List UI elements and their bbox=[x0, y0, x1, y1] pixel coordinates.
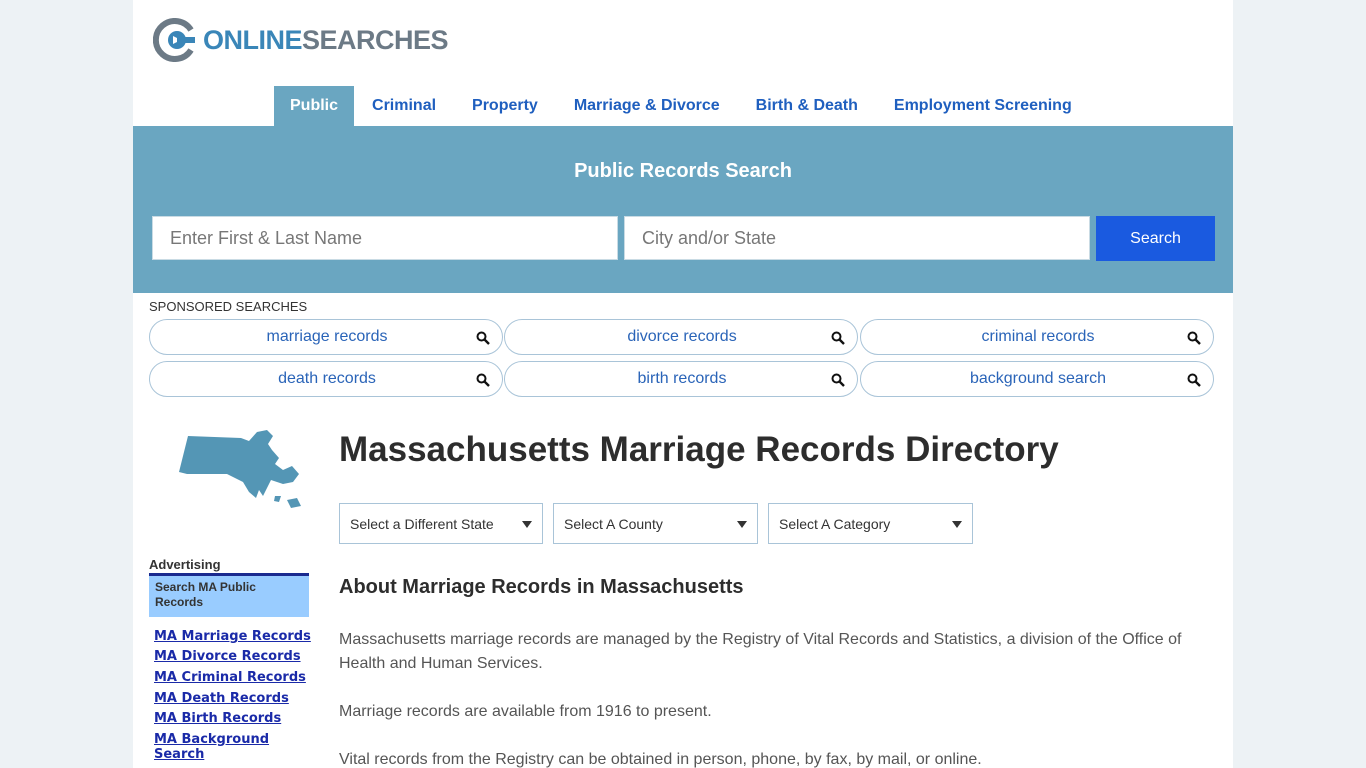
state-select-value: Select a Different State bbox=[350, 515, 494, 532]
chevron-down-icon bbox=[522, 521, 532, 528]
paragraph-availability: Marriage records are available from 1916… bbox=[339, 703, 712, 720]
search-icon bbox=[476, 331, 490, 345]
search-hero: Public Records Search Search bbox=[133, 126, 1233, 293]
nav-marriage-divorce[interactable]: Marriage & Divorce bbox=[556, 86, 738, 126]
search-icon bbox=[1187, 331, 1201, 345]
name-input[interactable] bbox=[152, 216, 618, 260]
search-icon bbox=[831, 373, 845, 387]
chevron-down-icon bbox=[952, 521, 962, 528]
sponsored-birth-records[interactable]: birth records bbox=[504, 361, 858, 397]
paragraph-obtain: Vital records from the Registry can be o… bbox=[339, 751, 982, 768]
category-select-value: Select A Category bbox=[779, 515, 891, 532]
nav-birth-death[interactable]: Birth & Death bbox=[738, 86, 876, 126]
sponsored-marriage-records[interactable]: marriage records bbox=[149, 319, 503, 355]
advertising-label: Advertising bbox=[149, 557, 221, 572]
city-state-input[interactable] bbox=[624, 216, 1090, 260]
section-title: About Marriage Records in Massachusetts bbox=[339, 576, 744, 598]
ad-box-heading: Search MA Public Records bbox=[149, 576, 309, 617]
sidebar-link-marriage-records[interactable]: MA Marriage Records bbox=[154, 629, 311, 644]
page: ONLINESEARCHES Public Criminal Property … bbox=[133, 0, 1233, 768]
site-logo[interactable]: ONLINESEARCHES bbox=[153, 18, 449, 62]
nav-property[interactable]: Property bbox=[454, 86, 556, 126]
category-select[interactable]: Select A Category bbox=[768, 503, 973, 544]
sponsored-divorce-records[interactable]: divorce records bbox=[504, 319, 858, 355]
page-title: Massachusetts Marriage Records Directory bbox=[339, 430, 1059, 469]
main-nav: Public Criminal Property Marriage & Divo… bbox=[274, 86, 1090, 126]
search-icon bbox=[831, 331, 845, 345]
logo-text-online: ONLINE bbox=[203, 24, 303, 55]
county-select-value: Select A County bbox=[564, 515, 663, 532]
pill-label: birth records bbox=[637, 370, 727, 387]
logo-arrow-icon bbox=[153, 18, 195, 62]
county-select[interactable]: Select A County bbox=[553, 503, 758, 544]
search-button[interactable]: Search bbox=[1096, 216, 1215, 261]
paragraph-registry: Massachusetts marriage records are manag… bbox=[339, 631, 1182, 672]
chevron-down-icon bbox=[737, 521, 747, 528]
state-select[interactable]: Select a Different State bbox=[339, 503, 543, 544]
sponsored-background-search[interactable]: background search bbox=[860, 361, 1214, 397]
massachusetts-map-icon bbox=[179, 430, 301, 508]
pill-label: marriage records bbox=[266, 328, 388, 345]
sponsored-label: SPONSORED SEARCHES bbox=[149, 299, 308, 314]
sponsored-criminal-records[interactable]: criminal records bbox=[860, 319, 1214, 355]
hero-title: Public Records Search bbox=[574, 160, 792, 182]
sidebar-link-divorce-records[interactable]: MA Divorce Records bbox=[154, 649, 301, 664]
sidebar-link-background-search[interactable]: MA Background Search bbox=[154, 732, 274, 762]
logo-text-searches: SEARCHES bbox=[302, 24, 449, 55]
sidebar-link-birth-records[interactable]: MA Birth Records bbox=[154, 711, 281, 726]
sidebar-link-criminal-records[interactable]: MA Criminal Records bbox=[154, 670, 306, 685]
pill-label: death records bbox=[278, 370, 376, 387]
nav-criminal[interactable]: Criminal bbox=[354, 86, 454, 126]
nav-employment-screening[interactable]: Employment Screening bbox=[876, 86, 1090, 126]
sidebar-link-death-records[interactable]: MA Death Records bbox=[154, 691, 289, 706]
pill-label: criminal records bbox=[981, 328, 1095, 345]
logo-text: ONLINESEARCHES bbox=[203, 24, 449, 56]
sponsored-death-records[interactable]: death records bbox=[149, 361, 503, 397]
pill-label: background search bbox=[969, 370, 1107, 387]
pill-label: divorce records bbox=[627, 328, 737, 345]
nav-public[interactable]: Public bbox=[274, 86, 355, 126]
search-icon bbox=[1187, 373, 1201, 387]
search-icon bbox=[476, 373, 490, 387]
